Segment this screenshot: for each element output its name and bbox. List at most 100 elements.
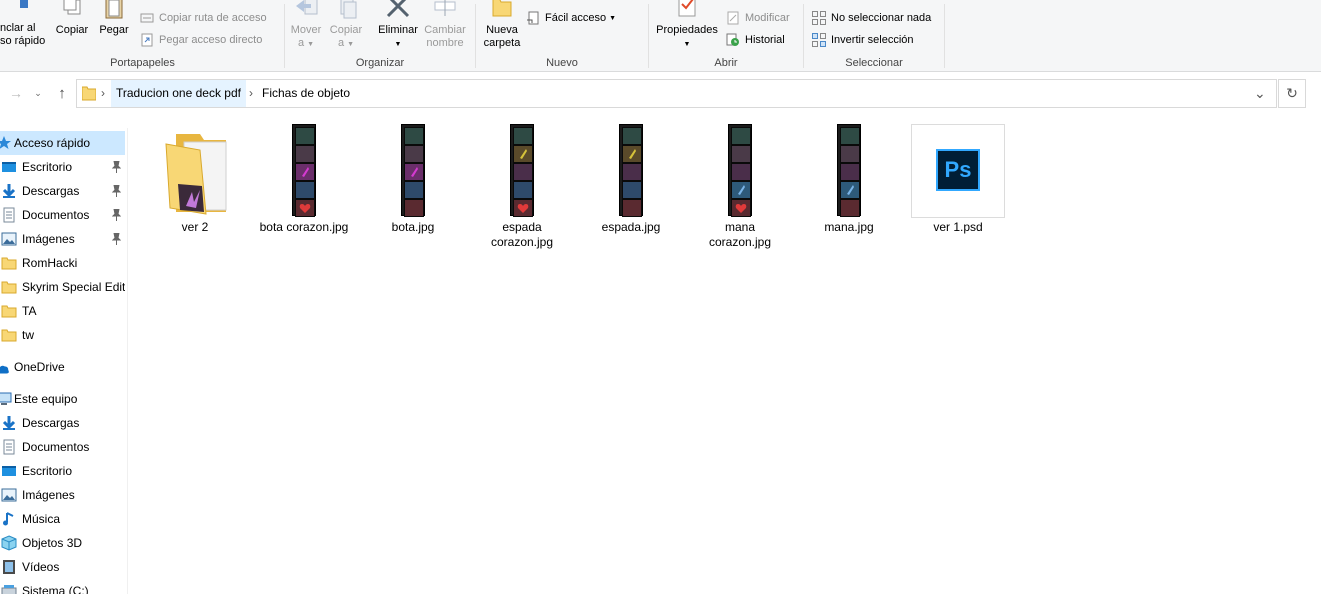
nav-item-quick-7[interactable]: tw	[0, 323, 125, 347]
rename-label-1: Cambiar	[424, 24, 466, 36]
copy-to-button[interactable]: Copiar a ▼	[327, 0, 365, 51]
card-strip-image	[619, 124, 643, 217]
copy-to-label-2: a	[337, 37, 345, 49]
modify-button[interactable]: Modificar	[726, 9, 790, 27]
group-organizar: Mover a ▼ Copiar a ▼ Eliminar ▼ Cambiar …	[285, 0, 475, 71]
nav-item-quick-4[interactable]: RomHacki	[0, 251, 125, 275]
new-folder-label-1: Nueva	[486, 24, 518, 36]
breadcrumb-separator-icon[interactable]: ›	[249, 80, 253, 107]
breadcrumb-item[interactable]: Traducion one deck pdf	[111, 80, 246, 107]
folder-item[interactable]: ver 2	[145, 124, 245, 235]
nav-item-quick-6[interactable]: TA	[0, 299, 125, 323]
copy-path-label: Copiar ruta de acceso	[159, 12, 267, 24]
nav-this-pc-label: Este equipo	[14, 392, 78, 406]
copy-path-button[interactable]: Copiar ruta de acceso	[140, 9, 267, 27]
folder-icon	[1, 303, 17, 319]
nav-item-pc-0[interactable]: Descargas	[0, 411, 125, 435]
file-item[interactable]: bota.jpg	[363, 124, 463, 235]
folder-thumbnail-icon	[145, 124, 245, 218]
card-strip-image	[728, 124, 752, 217]
file-item[interactable]: espada corazon.jpg	[472, 124, 572, 250]
nav-item-label: Imágenes	[22, 232, 75, 246]
file-name-line: mana.jpg	[824, 220, 874, 234]
nav-item-label: Imágenes	[22, 488, 75, 502]
file-item[interactable]: mana corazon.jpg	[690, 124, 790, 250]
psd-thumbnail: Ps	[911, 124, 1005, 218]
move-to-label-1: Mover	[290, 24, 322, 36]
recent-locations-button[interactable]: ⌄	[31, 82, 45, 104]
pin-icon[interactable]	[111, 160, 122, 173]
file-item[interactable]: espada.jpg	[581, 124, 681, 235]
file-item[interactable]: Ps ver 1.psd	[908, 124, 1008, 235]
new-folder-button[interactable]: Nueva carpeta	[478, 0, 526, 50]
file-name-line: espada	[502, 220, 542, 234]
nav-item-label: Sistema (C:)	[22, 584, 89, 594]
address-dropdown-icon[interactable]: ⌄	[1254, 80, 1266, 107]
refresh-button[interactable]: ↻	[1278, 79, 1306, 108]
pin-icon[interactable]	[111, 184, 122, 197]
pin-icon[interactable]	[111, 208, 122, 221]
nav-item-pc-7[interactable]: Sistema (C:)	[0, 579, 125, 594]
photoshop-icon: Ps	[936, 149, 980, 191]
easy-access-icon	[526, 11, 540, 25]
nav-item-pc-5[interactable]: Objetos 3D	[0, 531, 125, 555]
forward-button[interactable]: →	[6, 82, 26, 104]
folder-icon	[1, 255, 17, 271]
nav-item-label: Música	[22, 512, 61, 526]
image-thumbnail	[472, 124, 572, 218]
image-thumbnail	[363, 124, 463, 218]
computer-icon	[0, 392, 12, 405]
nav-quick-access[interactable]: Acceso rápido	[0, 131, 125, 155]
nav-item-pc-3[interactable]: Imágenes	[0, 483, 125, 507]
ribbon: nclar al so rápido Copiar Pegar Copiar r…	[0, 0, 1321, 72]
nav-item-quick-3[interactable]: Imágenes	[0, 227, 125, 251]
easy-access-button[interactable]: Fácil acceso ▼	[526, 9, 616, 27]
history-button[interactable]: Historial	[726, 31, 785, 49]
invert-selection-button[interactable]: Invertir selección	[812, 31, 914, 49]
file-name-line: corazon.jpg	[490, 235, 554, 249]
delete-button[interactable]: Eliminar ▼	[375, 0, 421, 51]
move-to-icon	[296, 0, 318, 15]
nav-item-quick-5[interactable]: Skyrim Special Editi	[0, 275, 125, 299]
folder-icon	[1, 279, 17, 295]
nav-onedrive[interactable]: OneDrive	[0, 355, 125, 379]
nav-item-label: RomHacki	[22, 256, 78, 270]
breadcrumb-separator-icon[interactable]: ›	[101, 80, 105, 107]
properties-label: Propiedades	[656, 24, 718, 36]
pane-divider[interactable]	[127, 128, 128, 594]
file-name-line: bota.jpg	[391, 220, 435, 234]
modify-label: Modificar	[745, 12, 790, 24]
nav-item-quick-2[interactable]: Documentos	[0, 203, 125, 227]
nav-item-label: Skyrim Special Editi	[22, 280, 125, 294]
nav-item-pc-4[interactable]: Música	[0, 507, 125, 531]
nav-item-quick-0[interactable]: Escritorio	[0, 155, 125, 179]
breadcrumb-item[interactable]: Fichas de objeto	[262, 80, 350, 107]
rename-label-2: nombre	[426, 37, 464, 49]
file-item[interactable]: bota corazon.jpg	[254, 124, 354, 235]
group-label-seleccionar: Seleccionar	[845, 57, 903, 69]
image-thumbnail	[799, 124, 899, 218]
drive-icon	[1, 583, 17, 594]
nav-item-pc-1[interactable]: Documentos	[0, 435, 125, 459]
obj3d-icon	[1, 535, 17, 551]
nav-item-pc-2[interactable]: Escritorio	[0, 459, 125, 483]
move-to-button[interactable]: Mover a ▼	[287, 0, 325, 51]
nav-item-quick-1[interactable]: Descargas	[0, 179, 125, 203]
refresh-icon: ↻	[1286, 85, 1298, 101]
rename-button[interactable]: Cambiar nombre	[422, 0, 468, 50]
paste-shortcut-button[interactable]: Pegar acceso directo	[140, 31, 262, 49]
properties-button[interactable]: Propiedades ▼	[653, 0, 721, 51]
up-button[interactable]: ↑	[52, 82, 72, 104]
address-bar[interactable]: › Traducion one deck pdf › Fichas de obj…	[76, 79, 1277, 108]
select-none-button[interactable]: No seleccionar nada	[812, 9, 931, 27]
card-strip-image	[292, 124, 316, 217]
pin-icon[interactable]	[111, 232, 122, 245]
select-all-icon	[812, 0, 826, 4]
nav-this-pc[interactable]: Este equipo	[0, 387, 125, 411]
file-name: ver 2	[145, 220, 245, 235]
rename-icon	[434, 0, 456, 16]
folder-icon	[1, 327, 17, 343]
nav-item-pc-6[interactable]: Vídeos	[0, 555, 125, 579]
file-item[interactable]: mana.jpg	[799, 124, 899, 235]
star-icon	[0, 136, 11, 149]
